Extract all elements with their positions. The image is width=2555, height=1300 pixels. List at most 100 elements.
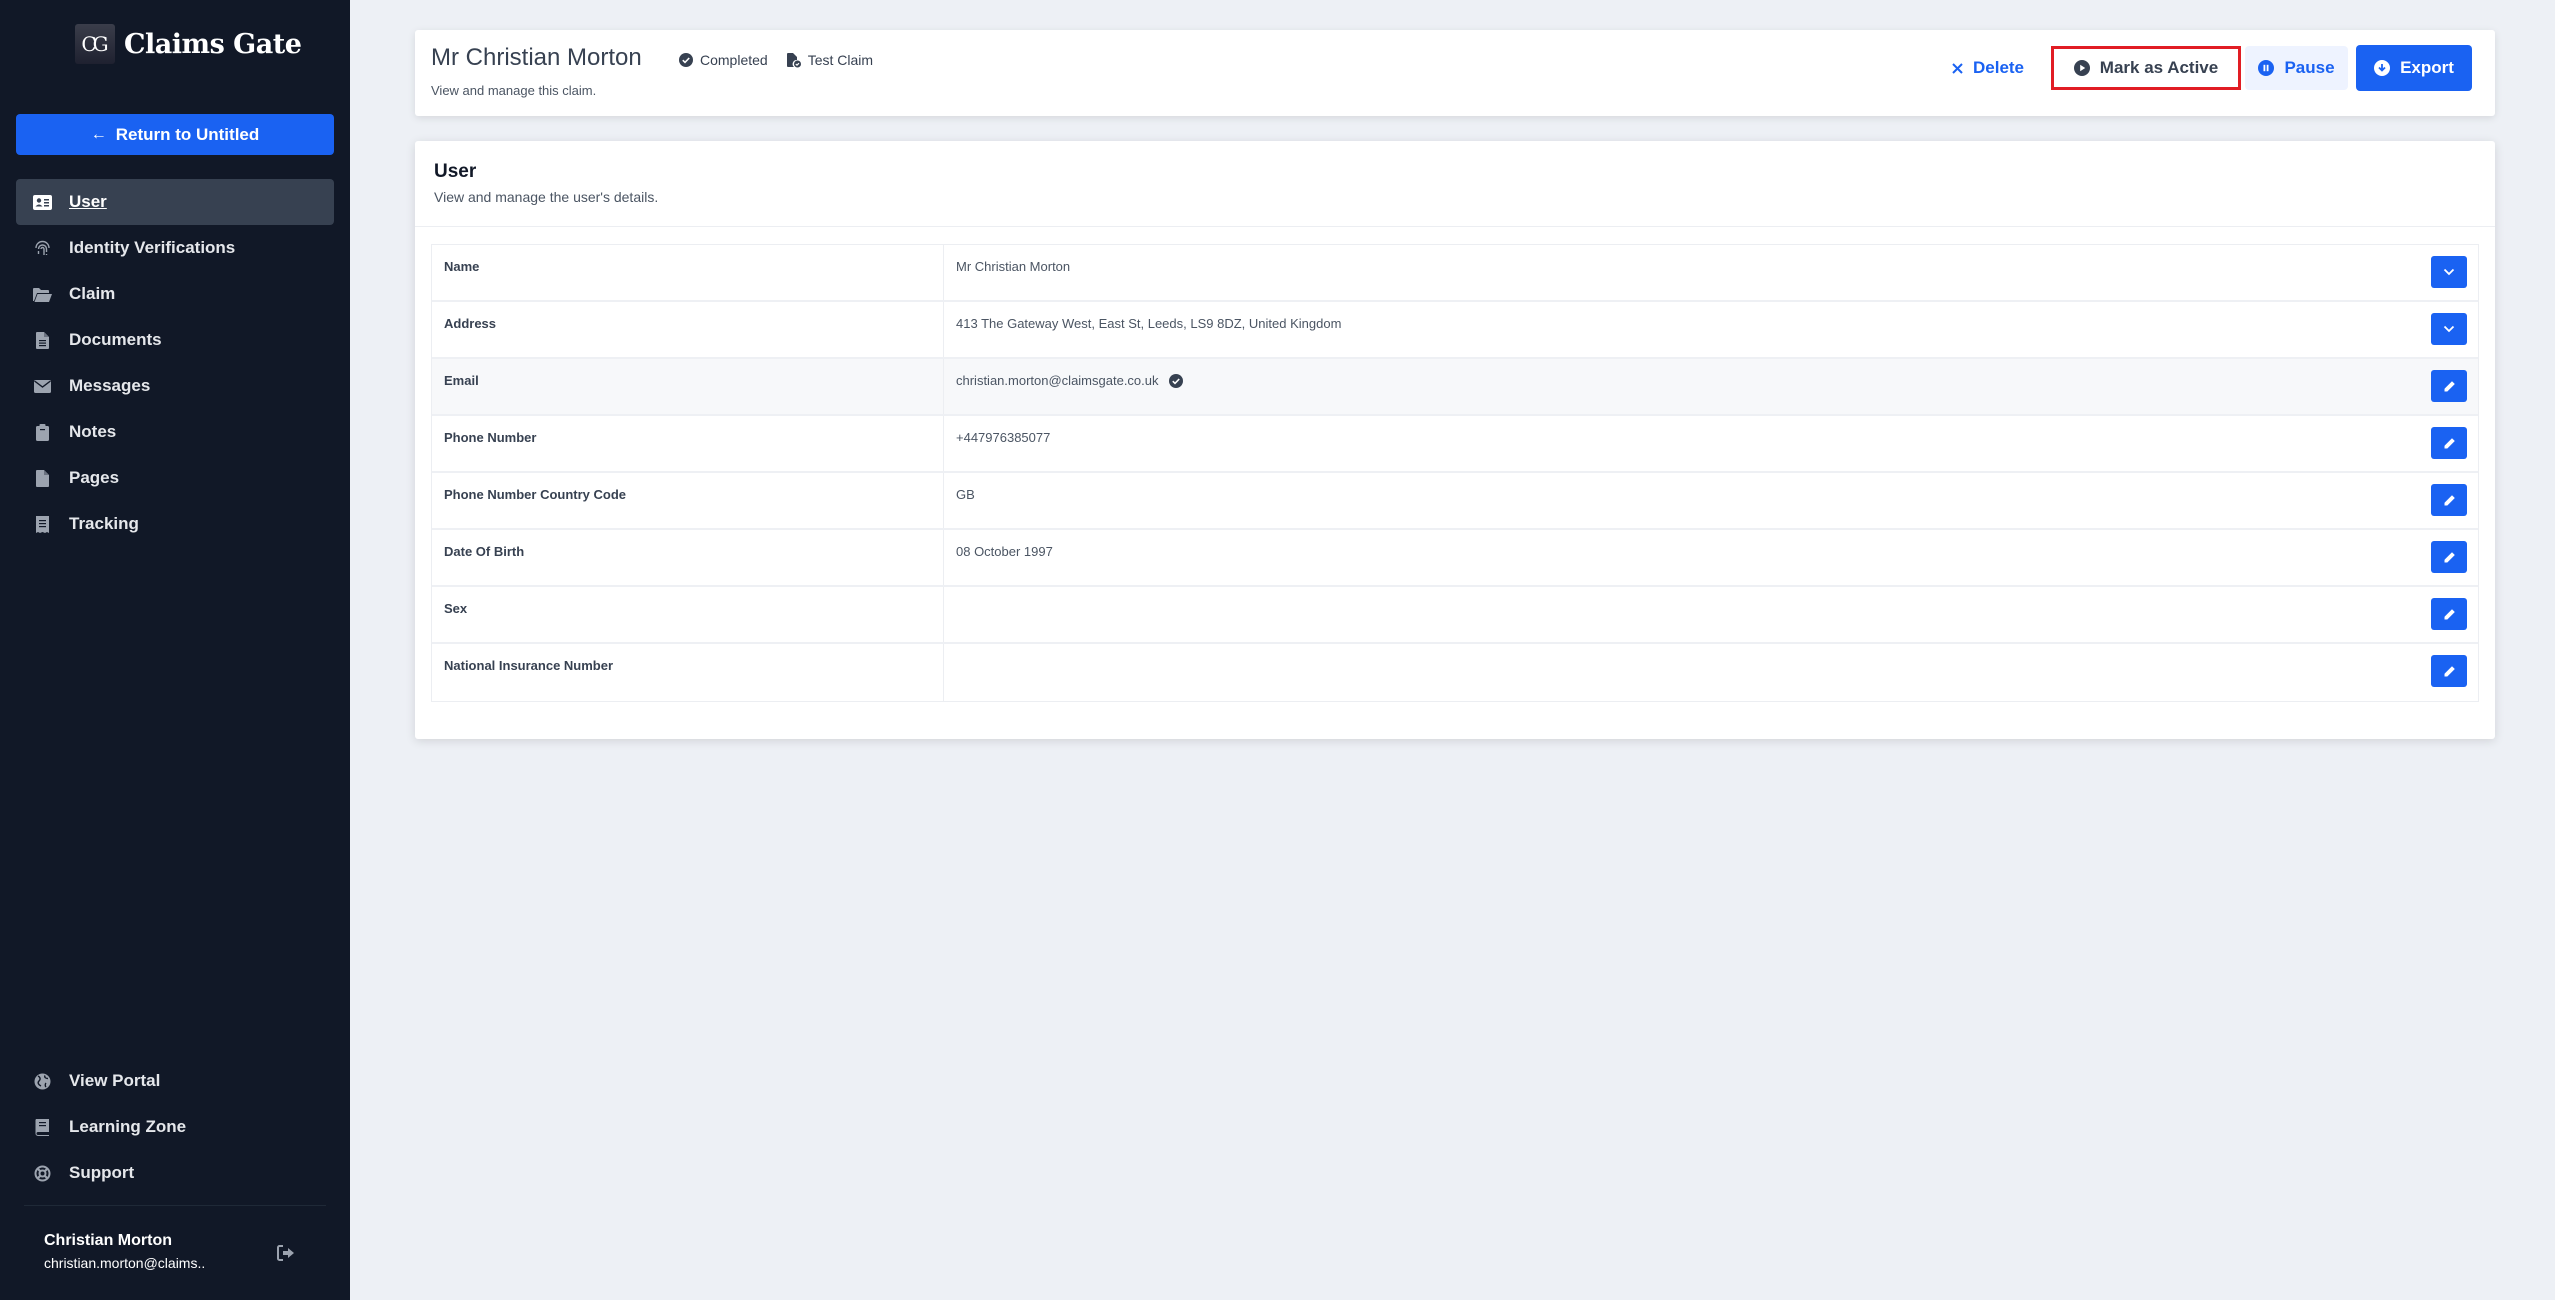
verified-check-icon: [1168, 374, 1183, 388]
receipt-icon: [33, 515, 52, 534]
user-details-card: User View and manage the user's details.…: [415, 141, 2495, 739]
arrow-left-icon: ←: [90, 125, 107, 143]
claim-tag: Test Claim: [786, 52, 874, 68]
sidebar-item-notes[interactable]: Notes: [16, 409, 334, 455]
table-row-phone-number: Phone Number +447976385077: [432, 416, 2478, 473]
table-row-address: Address 413 The Gateway West, East St, L…: [432, 302, 2478, 359]
sidebar-item-identity-verifications[interactable]: Identity Verifications: [16, 225, 334, 271]
status-badge: Completed: [679, 52, 768, 68]
chevron-down-icon: [2443, 325, 2455, 333]
page-subtitle: View and manage this claim.: [431, 83, 597, 98]
field-label: Email: [432, 359, 944, 414]
table-row-date-of-birth: Date Of Birth 08 October 1997: [432, 530, 2478, 587]
user-profile: Christian Morton christian.morton@claims…: [44, 1232, 304, 1271]
sidebar-item-label: Identity Verifications: [69, 238, 236, 257]
mark-as-active-label: Mark as Active: [2099, 58, 2219, 77]
edit-button[interactable]: [2431, 655, 2467, 687]
export-button[interactable]: Export: [2356, 45, 2472, 91]
delete-button[interactable]: Delete: [1939, 46, 2037, 90]
folder-open-icon: [33, 285, 52, 304]
edit-button[interactable]: [2431, 370, 2467, 402]
field-label: Phone Number: [432, 416, 944, 471]
user-details-table: Name Mr Christian Morton Address 413 The…: [431, 244, 2479, 702]
table-row-email: Email christian.morton@claimsgate.co.uk: [432, 359, 2478, 416]
pencil-icon: [2444, 551, 2455, 562]
expand-button[interactable]: [2431, 256, 2467, 288]
field-value-text: Mr Christian Morton: [956, 259, 1071, 274]
id-card-icon: [33, 193, 52, 212]
pencil-icon: [2444, 608, 2455, 619]
field-value: 413 The Gateway West, East St, Leeds, LS…: [944, 302, 2478, 357]
edit-button[interactable]: [2431, 598, 2467, 630]
pencil-icon: [2444, 665, 2455, 676]
sidebar-item-label: Claim: [69, 284, 116, 303]
sidebar-item-learning-zone[interactable]: Learning Zone: [16, 1104, 334, 1150]
sidebar-item-label: Documents: [69, 330, 162, 349]
mark-as-active-button[interactable]: Mark as Active: [2051, 46, 2241, 90]
sidebar-item-label: View Portal: [69, 1071, 161, 1090]
return-button[interactable]: ← Return to Untitled: [16, 114, 334, 155]
clipboard-icon: [33, 423, 52, 442]
sidebar-item-label: Learning Zone: [69, 1117, 187, 1136]
edit-button[interactable]: [2431, 541, 2467, 573]
status-text: Completed: [700, 52, 768, 68]
file-icon: [33, 469, 52, 488]
check-circle-icon: [679, 53, 693, 67]
claim-tag-text: Test Claim: [807, 52, 874, 68]
profile-email: christian.morton@claims..: [44, 1255, 206, 1271]
sidebar-nav: User Identity Verifications Claim Docume…: [16, 179, 334, 547]
card-title: User: [434, 161, 477, 182]
claim-meta: Completed Test Claim: [679, 52, 892, 68]
chevron-down-icon: [2443, 268, 2455, 276]
brand-logo[interactable]: CG Claims Gate: [75, 23, 302, 65]
field-value-text: GB: [956, 487, 975, 502]
edit-button[interactable]: [2431, 484, 2467, 516]
pause-button[interactable]: Pause: [2245, 46, 2348, 90]
sidebar: CG Claims Gate ← Return to Untitled User…: [0, 0, 350, 1300]
field-value-text: 08 October 1997: [956, 544, 1053, 559]
field-value: 08 October 1997: [944, 530, 2478, 585]
field-label: Sex: [432, 587, 944, 642]
page-title: Mr Christian Morton: [431, 44, 642, 71]
life-ring-icon: [33, 1164, 52, 1183]
table-row-name: Name Mr Christian Morton: [432, 245, 2478, 302]
table-row-phone-country-code: Phone Number Country Code GB: [432, 473, 2478, 530]
expand-button[interactable]: [2431, 313, 2467, 345]
field-value-text: christian.morton@claimsgate.co.uk: [956, 373, 1159, 388]
brand-name: Claims Gate: [124, 28, 302, 60]
download-circle-icon: [2374, 60, 2391, 76]
sidebar-item-claim[interactable]: Claim: [16, 271, 334, 317]
field-label: Name: [432, 245, 944, 300]
card-header: User View and manage the user's details.: [415, 141, 2495, 227]
field-value: [944, 644, 2478, 701]
pause-button-label: Pause: [2284, 58, 2335, 77]
logout-icon[interactable]: [277, 1245, 295, 1263]
field-value-text: +447976385077: [956, 430, 1051, 445]
claim-header: Mr Christian Morton Completed Test Claim…: [415, 30, 2495, 116]
sidebar-item-documents[interactable]: Documents: [16, 317, 334, 363]
card-subtitle: View and manage the user's details.: [434, 189, 659, 205]
edit-button[interactable]: [2431, 427, 2467, 459]
pause-circle-icon: [2258, 60, 2275, 76]
sidebar-item-messages[interactable]: Messages: [16, 363, 334, 409]
envelope-icon: [33, 377, 52, 396]
field-label: National Insurance Number: [432, 644, 944, 701]
sidebar-item-support[interactable]: Support: [16, 1150, 334, 1196]
export-button-label: Export: [2400, 58, 2454, 77]
globe-icon: [33, 1072, 52, 1091]
sidebar-item-pages[interactable]: Pages: [16, 455, 334, 501]
field-value: [944, 587, 2478, 642]
delete-button-label: Delete: [1972, 58, 2025, 77]
table-row-national-insurance-number: National Insurance Number: [432, 644, 2478, 701]
sidebar-item-view-portal[interactable]: View Portal: [16, 1058, 334, 1104]
sidebar-item-tracking[interactable]: Tracking: [16, 501, 334, 547]
return-button-label: Return to Untitled: [115, 124, 260, 144]
play-circle-icon: [2073, 60, 2090, 76]
sidebar-item-user[interactable]: User: [16, 179, 334, 225]
sidebar-divider: [24, 1205, 326, 1206]
header-actions: Delete Mark as Active Pause Export: [1939, 45, 2472, 91]
file-lines-icon: [33, 331, 52, 350]
sidebar-item-label: Tracking: [69, 514, 139, 533]
sidebar-bottom-nav: View Portal Learning Zone Support: [16, 1058, 334, 1196]
logo-mark-icon: CG: [75, 24, 115, 64]
